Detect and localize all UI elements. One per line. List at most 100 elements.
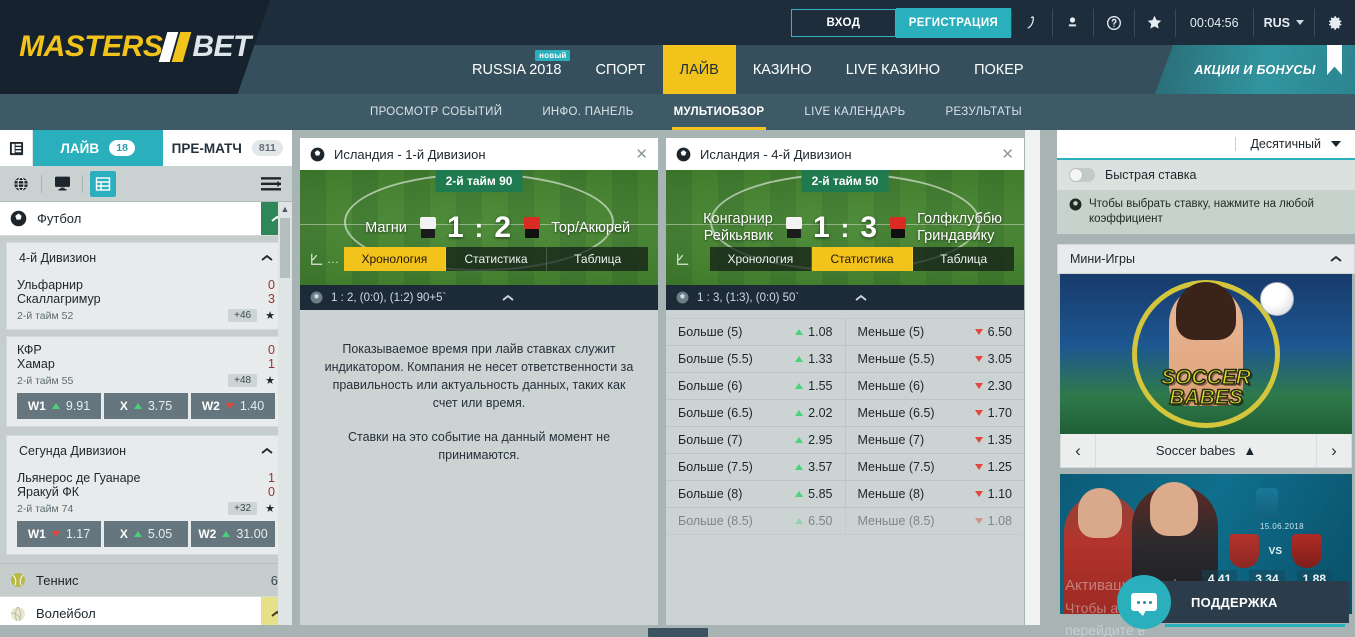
nav-item-live[interactable]: ЛАЙВ [662,45,736,94]
home-score: 0 [268,343,275,357]
favorite-star-icon[interactable]: ★ [265,309,275,322]
nav-item-russia2018[interactable]: RUSSIA 2018 новый [455,45,578,94]
mini-game-thumbnail[interactable]: SOCCER BABES [1060,274,1352,434]
globe-icon[interactable] [8,171,34,197]
mini-game-name[interactable]: Soccer babes ▲ [1095,434,1317,467]
panel-1-tab-chronology[interactable]: Хронология [344,247,446,271]
monitor-icon[interactable] [49,171,75,197]
odd-label: Больше (7.5) [678,460,753,474]
sidebar-match-llaneros[interactable]: Льянерос де Гуанаре 1 Яракуй ФК 0 2-й та… [6,465,286,555]
chart-icon[interactable] [676,252,710,266]
panel-2-home-team: Конгарнир Рейкьявик [703,211,773,244]
odd-x[interactable]: X 3.75 [104,393,188,419]
mini-games-header[interactable]: Мини-Игры [1057,244,1355,274]
odd-over[interactable]: Больше (8.5) 6.50 [666,508,846,534]
odd-over[interactable]: Больше (7.5) 3.57 [666,454,846,480]
away-team: Хамар [17,357,55,371]
odd-over[interactable]: Больше (5.5) 1.33 [666,346,846,372]
chevron-up-icon[interactable] [855,294,867,302]
odd-under[interactable]: Меньше (5) 6.50 [846,319,1025,345]
language-selector[interactable]: RUS [1254,16,1314,30]
support-chat-button[interactable]: ПОДДЕРЖКА [1117,575,1349,629]
odd-over[interactable]: Больше (6) 1.55 [666,373,846,399]
sidebar-match-ulfarnir[interactable]: Ульфарнир 0 Скаллагримур 3 2-й тайм 52 +… [6,272,286,330]
register-button[interactable]: РЕГИСТРАЦИЯ [895,7,1011,38]
panel-2-status-bar[interactable]: 1 : 3, (1:3), (0:0) 50` [666,285,1024,310]
table-view-icon[interactable] [90,170,116,197]
more-markets-badge[interactable]: +48 [228,374,258,387]
nav-item-poker[interactable]: ПОКЕР [957,45,1041,94]
sidebar-list-icon[interactable] [0,130,33,166]
nav-item-casino[interactable]: КАЗИНО [736,45,829,94]
odd-w1[interactable]: W1 1.17 [17,521,101,547]
odd-under[interactable]: Меньше (8.5) 1.08 [846,508,1025,534]
odd-over[interactable]: Больше (5) 1.08 [666,319,846,345]
gear-icon[interactable] [1315,0,1355,45]
odd-over[interactable]: Больше (8) 5.85 [666,481,846,507]
more-markets-badge[interactable]: +46 [228,309,258,322]
nav-item-sport[interactable]: СПОРТ [578,45,662,94]
odd-w2[interactable]: W2 1.40 [191,393,275,419]
subnav-item-infopanel[interactable]: ИНФО. ПАНЕЛЬ [522,94,653,130]
close-icon[interactable]: ✕ [1001,145,1014,163]
odd-under[interactable]: Меньше (6.5) 1.70 [846,400,1025,426]
hscroll-thumb[interactable] [648,628,708,637]
sidebar-sport-football[interactable]: Футбол [0,202,292,236]
filter-icon[interactable] [258,171,284,197]
odd-under[interactable]: Меньше (5.5) 3.05 [846,346,1025,372]
chart-icon[interactable]: … [310,252,344,266]
odd-x[interactable]: X 5.05 [104,521,188,547]
more-markets-badge[interactable]: +32 [228,502,258,515]
login-button[interactable]: ВХОД [790,8,896,37]
panel-2-tab-table[interactable]: Таблица [913,247,1015,271]
odd-under[interactable]: Меньше (6) 2.30 [846,373,1025,399]
favorite-star-icon[interactable]: ★ [265,374,275,387]
league-header-segunda[interactable]: Сегунда Дивизион [6,435,286,465]
odd-over[interactable]: Больше (6.5) 2.02 [666,400,846,426]
panel-1-tab-table[interactable]: Таблица [547,247,649,271]
help-icon[interactable] [1094,0,1134,45]
center-scrollbar[interactable] [1025,130,1040,637]
carousel-prev-icon[interactable]: ‹ [1061,434,1095,467]
sidebar-tab-prematch[interactable]: ПРЕ-МАТЧ 811 [162,130,292,166]
odd-under[interactable]: Меньше (8) 1.10 [846,481,1025,507]
home-jersey-icon [418,217,436,239]
odd-under[interactable]: Меньше (7) 1.35 [846,427,1025,453]
star-icon[interactable] [1135,0,1175,45]
promotions-banner[interactable]: АКЦИИ И БОНУСЫ [1155,45,1355,94]
odd-under[interactable]: Меньше (7.5) 1.25 [846,454,1025,480]
odds-format-selector[interactable]: Десятичный [1057,130,1355,160]
close-icon[interactable]: ✕ [635,145,648,163]
sidebar-match-kfr[interactable]: КФР 0 Хамар 1 2-й тайм 55 +48 ★ W1 9.91 [6,336,286,427]
panel-1-away-team: Тор/Акюрей [551,219,631,236]
nav-item-live-casino[interactable]: LIVE КАЗИНО [829,45,957,94]
odd-w2[interactable]: W2 31.00 [191,521,275,547]
sidebar-scrollbar[interactable]: ▲ [278,202,292,637]
subnav-item-events[interactable]: ПРОСМОТР СОБЫТИЙ [350,94,522,130]
panel-1-status-bar[interactable]: 1 : 2, (0:0), (1:2) 90+5` [300,285,658,310]
sidebar-tab-live[interactable]: ЛАЙВ 18 [33,130,163,166]
subnav-item-results[interactable]: РЕЗУЛЬТАТЫ [926,94,1042,130]
favorite-star-icon[interactable]: ★ [265,502,275,515]
odd-label: Меньше (5.5) [857,352,935,366]
subnav-item-multiview[interactable]: МУЛЬТИОБЗОР [654,94,785,130]
league-header-div4[interactable]: 4-й Дивизион [6,242,286,272]
brand-logo[interactable]: MASTERS BET [0,0,270,94]
sidebar-sport-tennis[interactable]: Теннис 6 [0,563,292,597]
quick-bet-toggle[interactable] [1069,168,1095,182]
bottom-horizontal-scrollbar[interactable] [0,625,1057,637]
phone-icon[interactable] [1012,0,1052,45]
scroll-up-icon[interactable]: ▲ [278,202,292,216]
subnav-item-calendar[interactable]: LIVE КАЛЕНДАРЬ [784,94,925,130]
panel-1-tab-statistics[interactable]: Статистика [445,247,548,271]
odd-w1[interactable]: W1 9.91 [17,393,101,419]
panel-2-header: Исландия - 4-й Дивизион ✕ [666,138,1024,170]
odd-over[interactable]: Больше (7) 2.95 [666,427,846,453]
portugal-crest-icon [1228,534,1259,568]
carousel-next-icon[interactable]: › [1317,434,1351,467]
scroll-thumb[interactable] [280,218,290,278]
chevron-up-icon[interactable] [502,294,514,302]
panel-2-tab-chronology[interactable]: Хронология [710,247,812,271]
user-icon[interactable] [1053,0,1093,45]
panel-2-tab-statistics[interactable]: Статистика [811,247,914,271]
